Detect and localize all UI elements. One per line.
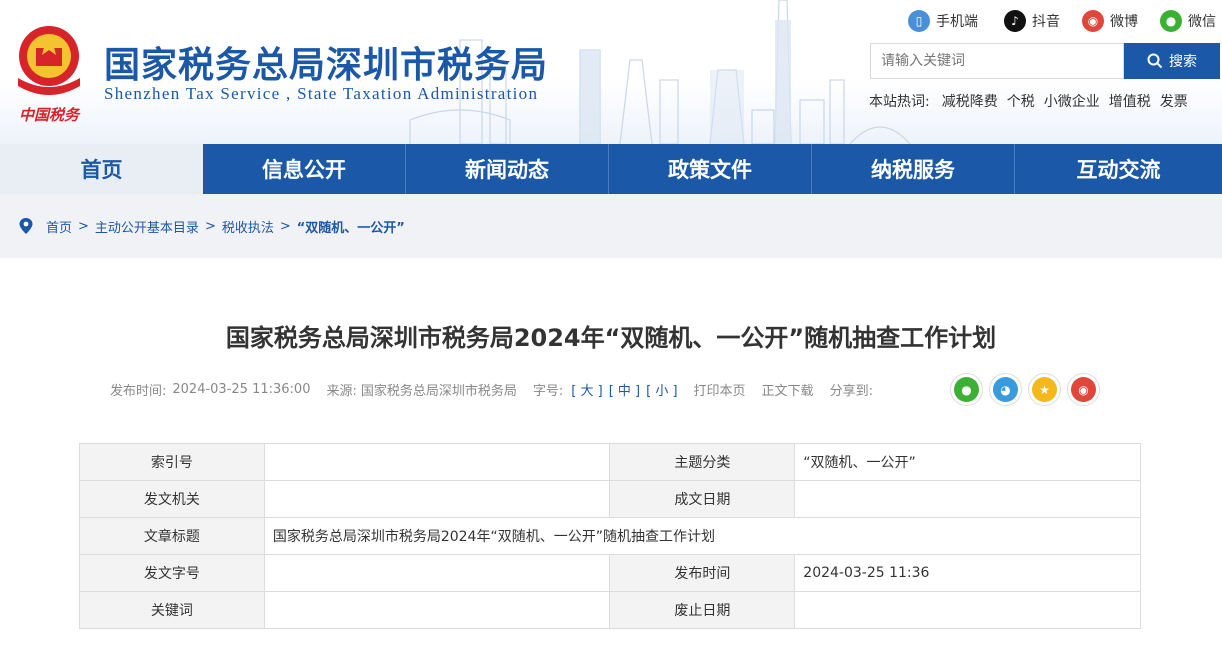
main-nav: 首页 信息公开 新闻动态 政策文件 纳税服务 互动交流 [0, 144, 1222, 194]
download-link[interactable]: 正文下载 [762, 380, 814, 399]
issuer-value [263, 480, 611, 518]
index-value [263, 443, 611, 481]
article-meta: 发布时间: 2024-03-25 11:36:00 来源: 国家税务总局深圳市税… [110, 378, 873, 400]
search-icon [1147, 53, 1163, 69]
font-size-small[interactable]: [ 小 ] [646, 380, 677, 399]
source-label: 来源: [326, 383, 357, 399]
topic-value: “双随机、一公开” [794, 443, 1141, 481]
weibo-icon: ◉ [1071, 377, 1096, 402]
breadcrumb-separator: > [279, 218, 291, 234]
created-date-label: 成文日期 [609, 480, 796, 518]
doc-title-value: 国家税务总局深圳市税务局2024年“双随机、一公开”随机抽查工作计划 [263, 517, 1142, 555]
emblem-text: 中国税务 [19, 106, 81, 124]
social-douyin-label: 抖音 [1032, 14, 1060, 30]
share-wechat-button[interactable]: ● [950, 373, 983, 406]
social-weibo-link[interactable]: ◉ 微博 [1082, 9, 1138, 33]
social-douyin-link[interactable]: ♪ 抖音 [1004, 9, 1060, 33]
nav-item-tax-service[interactable]: 纳税服务 [812, 144, 1015, 194]
breadcrumb: 首页 > 主动公开基本目录 > 税收执法 > “双随机、一公开” [18, 214, 405, 238]
wechat-icon: ● [1160, 10, 1182, 32]
issuer-label: 发文机关 [79, 480, 265, 518]
expire-date-value [794, 591, 1141, 629]
douyin-icon: ♪ [1004, 10, 1026, 32]
table-row: 发文字号 发布时间 2024-03-25 11:36 [79, 554, 1141, 592]
nav-item-info-disclosure[interactable]: 信息公开 [203, 144, 406, 194]
hot-keywords: 本站热词: 减税降费 个税 小微企业 增值税 发票 [869, 91, 1197, 111]
breadcrumb-separator: > [204, 218, 216, 234]
social-weibo-label: 微博 [1110, 14, 1138, 30]
doc-number-label: 发文字号 [79, 554, 265, 592]
nav-item-interaction[interactable]: 互动交流 [1015, 144, 1222, 194]
social-wechat-label: 微信 [1188, 14, 1216, 30]
publish-time-value-cell: 2024-03-25 11:36 [794, 554, 1141, 592]
search-input[interactable] [870, 43, 1124, 79]
doc-number-value [263, 554, 611, 592]
qq-icon: ◕ [993, 377, 1018, 402]
hot-keyword[interactable]: 个税 [1007, 91, 1035, 111]
index-label: 索引号 [79, 443, 265, 481]
print-link[interactable]: 打印本页 [694, 380, 746, 399]
table-row: 关键词 废止日期 [79, 591, 1141, 629]
mobile-icon: ▯ [908, 10, 930, 32]
source: 国家税务总局深圳市税务局 [360, 383, 517, 399]
hot-keyword[interactable]: 减税降费 [942, 91, 998, 111]
share-qq-button[interactable]: ◕ [989, 373, 1022, 406]
article-title: 国家税务总局深圳市税务局2024年“双随机、一公开”随机抽查工作计划 [225, 324, 997, 352]
font-size-large[interactable]: [ 大 ] [571, 380, 602, 399]
keyword-label: 关键词 [79, 591, 265, 629]
topic-label: 主题分类 [609, 443, 796, 481]
created-date-value [794, 480, 1141, 518]
hot-keyword[interactable]: 发票 [1160, 91, 1188, 111]
social-wechat-link[interactable]: ● 微信 [1160, 9, 1216, 33]
nav-item-home[interactable]: 首页 [0, 144, 203, 194]
site-subtitle-en: Shenzhen Tax Service , State Taxation Ad… [104, 84, 539, 103]
expire-date-label: 废止日期 [609, 591, 796, 629]
publish-time-label-cell: 发布时间 [609, 554, 796, 592]
social-mobile-label: 手机端 [936, 14, 978, 30]
wechat-icon: ● [954, 377, 979, 402]
breadcrumb-current[interactable]: “双随机、一公开” [297, 217, 405, 236]
breadcrumb-tax-enforcement[interactable]: 税收执法 [222, 217, 274, 236]
hot-keywords-label: 本站热词: [869, 94, 930, 110]
breadcrumb-home[interactable]: 首页 [46, 217, 72, 236]
keyword-value [263, 591, 611, 629]
hot-keyword[interactable]: 小微企业 [1044, 91, 1100, 111]
breadcrumb-catalog[interactable]: 主动公开基本目录 [95, 217, 199, 236]
nav-item-policy[interactable]: 政策文件 [609, 144, 812, 194]
share-qzone-button[interactable]: ★ [1028, 373, 1061, 406]
table-row: 发文机关 成文日期 [79, 480, 1141, 518]
breadcrumb-separator: > [78, 218, 89, 234]
table-row: 索引号 主题分类 “双随机、一公开” [79, 443, 1141, 481]
share-weibo-button[interactable]: ◉ [1067, 373, 1100, 406]
site-title: 国家税务总局深圳市税务局 [104, 45, 549, 86]
weibo-icon: ◉ [1082, 10, 1104, 32]
site-header: 中国税务 国家税务总局深圳市税务局 Shenzhen Tax Service ,… [0, 0, 1222, 144]
search-button[interactable]: 搜索 [1124, 43, 1220, 79]
font-size-label: 字号: [532, 383, 564, 399]
table-row: 文章标题 国家税务总局深圳市税务局2024年“双随机、一公开”随机抽查工作计划 [79, 517, 1142, 555]
doc-title-label: 文章标题 [79, 517, 265, 555]
article-info-table: 索引号 主题分类 “双随机、一公开” 发文机关 成文日期 文章标题 国家税务总局… [79, 443, 1142, 629]
publish-time: 2024-03-25 11:36:00 [172, 381, 311, 397]
nav-item-news[interactable]: 新闻动态 [406, 144, 609, 194]
tax-emblem-logo: 中国税务 [18, 26, 81, 124]
search-button-label: 搜索 [1169, 54, 1197, 70]
publish-time-label: 发布时间: [110, 383, 167, 399]
share-label: 分享到: [829, 383, 873, 399]
hot-keyword[interactable]: 增值税 [1109, 91, 1151, 111]
font-size-medium[interactable]: [ 中 ] [609, 380, 640, 399]
location-pin-icon [19, 218, 33, 234]
social-mobile-link[interactable]: ▯ 手机端 [908, 9, 978, 33]
star-icon: ★ [1032, 377, 1057, 402]
share-buttons: ● ◕ ★ ◉ [950, 373, 1100, 406]
